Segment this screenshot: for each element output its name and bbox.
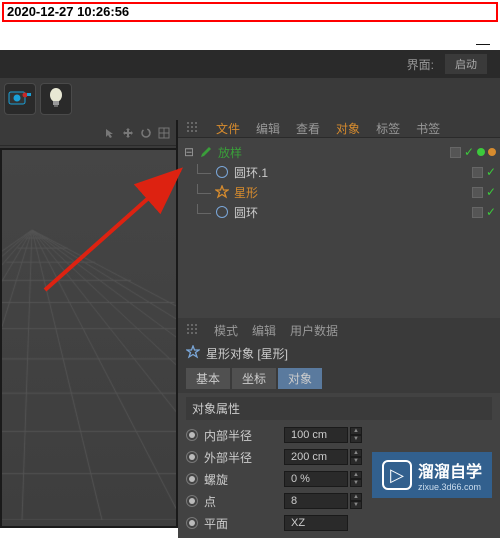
circle-spline-icon	[214, 164, 230, 180]
ui-layout-label: 界面:	[407, 56, 434, 73]
launch-layout-button[interactable]: 启动	[444, 53, 488, 75]
outer-radius-input[interactable]	[284, 449, 348, 465]
spinner-up-icon[interactable]: ▲	[350, 449, 362, 457]
vp-tool-move-icon[interactable]	[120, 125, 136, 141]
vp-tool-rotate-icon[interactable]	[138, 125, 154, 141]
object-panel-menu: 文件 编辑 查看 对象 标签 书签	[178, 120, 500, 138]
inner-radius-input[interactable]	[284, 427, 348, 443]
visibility-check-icon[interactable]: ✓	[486, 205, 496, 219]
tree-label: 放样	[218, 144, 444, 161]
prop-label: 点	[204, 493, 284, 510]
tree-connector-line	[197, 164, 211, 174]
vp-tool-panel-icon[interactable]	[156, 125, 172, 141]
top-toolbar	[0, 78, 500, 120]
menu-edit[interactable]: 编辑	[256, 120, 280, 137]
tag-layer-icon[interactable]	[450, 147, 461, 158]
star-spline-icon	[214, 184, 230, 200]
menu-tags[interactable]: 标签	[376, 120, 400, 137]
attribute-panel-header: 模式 编辑 用户数据 星形对象 [星形] 基本 坐标 对象	[178, 318, 500, 393]
viewport-column	[0, 120, 176, 528]
attr-menu-edit[interactable]: 编辑	[252, 322, 276, 339]
titlebar: 界面: 启动	[0, 50, 500, 78]
render-icon[interactable]	[4, 83, 36, 115]
circle-spline-icon	[214, 204, 230, 220]
panel-grip-icon[interactable]	[186, 323, 200, 338]
tree-label: 圆环.1	[234, 164, 466, 181]
menu-view[interactable]: 查看	[296, 120, 320, 137]
vp-tool-cursor-icon[interactable]	[102, 125, 118, 141]
tree-label: 圆环	[234, 204, 466, 221]
tag-layer-icon[interactable]	[472, 207, 483, 218]
star-icon	[186, 345, 200, 362]
prop-inner-radius: 内部半径 ▲▼	[186, 424, 492, 446]
tree-connector-line	[197, 204, 211, 214]
twist-input[interactable]	[284, 471, 348, 487]
prop-label: 内部半径	[204, 427, 284, 444]
tag-layer-icon[interactable]	[472, 167, 483, 178]
spinner-down-icon[interactable]: ▼	[350, 435, 362, 443]
timestamp-overlay: 2020-12-27 10:26:56	[2, 2, 498, 22]
prop-label: 外部半径	[204, 449, 284, 466]
prop-keyframe-icon[interactable]	[186, 451, 198, 463]
visibility-check-icon[interactable]: ✓	[464, 145, 474, 159]
prop-keyframe-icon[interactable]	[186, 517, 198, 529]
spinner-up-icon[interactable]: ▲	[350, 427, 362, 435]
object-hierarchy-tree[interactable]: ⊟ 放样 ✓ 圆环.1	[178, 138, 500, 318]
watermark-url: zixue.3d66.com	[418, 482, 482, 492]
watermark-brand: 溜溜自学	[418, 458, 482, 482]
visibility-check-icon[interactable]: ✓	[486, 165, 496, 179]
visibility-check-icon[interactable]: ✓	[486, 185, 496, 199]
watermark: ▷ 溜溜自学 zixue.3d66.com	[372, 452, 492, 498]
prop-keyframe-icon[interactable]	[186, 473, 198, 485]
spinner-down-icon[interactable]: ▼	[350, 457, 362, 465]
points-input[interactable]	[284, 493, 348, 509]
prop-label: 螺旋	[204, 471, 284, 488]
attr-menu-mode[interactable]: 模式	[214, 322, 238, 339]
phong-dot-icon[interactable]	[488, 148, 496, 156]
menu-file[interactable]: 文件	[216, 120, 240, 137]
attr-tab-basic[interactable]: 基本	[186, 368, 230, 389]
spinner-down-icon[interactable]: ▼	[350, 479, 362, 487]
window-minimize-icon[interactable]: —	[476, 35, 490, 51]
spinner-down-icon[interactable]: ▼	[350, 501, 362, 509]
attr-object-title: 星形对象 [星形]	[206, 345, 288, 362]
plane-select[interactable]	[284, 515, 348, 531]
viewport-tools	[0, 120, 176, 146]
menu-bookmark[interactable]: 书签	[416, 120, 440, 137]
menu-object[interactable]: 对象	[336, 120, 360, 137]
attr-tab-coord[interactable]: 坐标	[232, 368, 276, 389]
prop-keyframe-icon[interactable]	[186, 429, 198, 441]
tree-connector-line	[197, 184, 211, 194]
attr-tab-object[interactable]: 对象	[278, 368, 322, 389]
tree-object-loft[interactable]: ⊟ 放样 ✓	[182, 142, 496, 162]
tag-layer-icon[interactable]	[472, 187, 483, 198]
loft-icon	[198, 144, 214, 160]
tree-object-ring[interactable]: 圆环 ✓	[182, 202, 496, 222]
attr-menu-userdata[interactable]: 用户数据	[290, 322, 338, 339]
render-dot-icon[interactable]	[477, 148, 485, 156]
lightbulb-icon[interactable]	[40, 83, 72, 115]
tree-collapse-icon[interactable]: ⊟	[182, 145, 196, 159]
spinner-up-icon[interactable]: ▲	[350, 493, 362, 501]
tree-object-ring1[interactable]: 圆环.1 ✓	[182, 162, 496, 182]
watermark-play-icon: ▷	[382, 460, 412, 490]
prop-label: 平面	[204, 515, 284, 532]
prop-plane: 平面	[186, 512, 492, 534]
attr-section-title: 对象属性	[186, 397, 492, 420]
prop-keyframe-icon[interactable]	[186, 495, 198, 507]
tree-object-star[interactable]: 星形 ✓	[182, 182, 496, 202]
3d-viewport[interactable]	[0, 148, 176, 528]
spinner-up-icon[interactable]: ▲	[350, 471, 362, 479]
panel-grip-icon[interactable]	[186, 121, 200, 136]
tree-label: 星形	[234, 184, 466, 201]
